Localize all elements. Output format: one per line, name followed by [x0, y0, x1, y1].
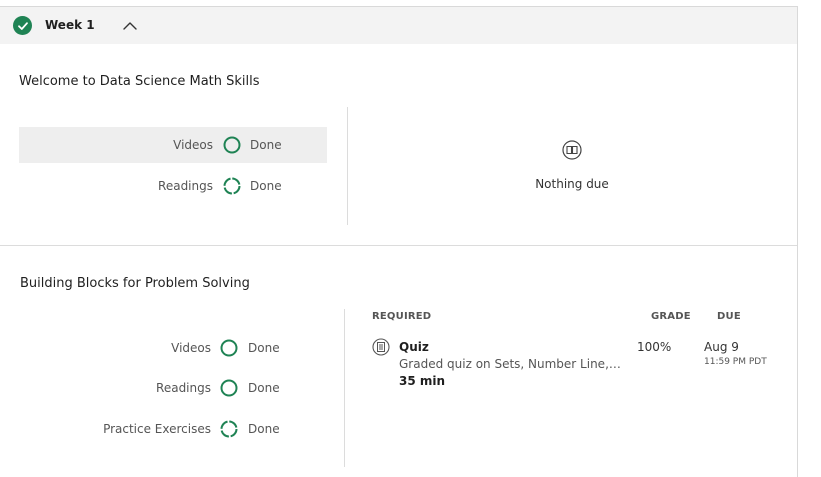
progress-row-videos[interactable]: Videos Done: [19, 330, 325, 366]
progress-ring-icon: [223, 136, 241, 154]
progress-label: Videos: [171, 341, 211, 355]
quiz-description: Graded quiz on Sets, Number Line, Ine...: [399, 357, 621, 371]
column-header-required: REQUIRED: [372, 311, 432, 322]
progress-row-videos[interactable]: Videos Done: [19, 127, 327, 163]
quiz-duration: 35 min: [399, 374, 446, 388]
progress-row-readings[interactable]: Readings Done: [19, 168, 327, 204]
week-title: Week 1: [45, 18, 95, 32]
section-title: Building Blocks for Problem Solving: [20, 276, 250, 291]
quiz-due-date: Aug 9: [704, 340, 739, 354]
progress-ring-icon: [220, 420, 238, 438]
progress-label: Videos: [173, 138, 213, 152]
week-header[interactable]: Week 1: [0, 7, 797, 44]
progress-label: Readings: [156, 381, 211, 395]
progress-ring-icon: [220, 379, 238, 397]
quiz-icon: [372, 338, 390, 356]
progress-row-practice-exercises[interactable]: Practice Exercises Done: [19, 411, 325, 447]
chevron-up-icon[interactable]: [121, 17, 139, 35]
progress-status: Done: [248, 341, 280, 355]
section-title: Welcome to Data Science Math Skills: [19, 74, 260, 89]
progress-status: Done: [250, 138, 282, 152]
progress-status: Done: [248, 422, 280, 436]
quiz-due-time: 11:59 PM PDT: [704, 357, 767, 367]
section-column-divider: [347, 107, 348, 225]
quiz-name-link[interactable]: Quiz: [399, 340, 429, 354]
progress-status: Done: [250, 179, 282, 193]
column-header-due: DUE: [717, 311, 741, 322]
section-divider: [0, 245, 797, 246]
week-complete-check-icon: [13, 16, 32, 35]
progress-status: Done: [248, 381, 280, 395]
progress-ring-icon: [220, 339, 238, 357]
section-column-divider: [344, 309, 345, 467]
column-header-grade: GRADE: [651, 311, 691, 322]
book-icon: [562, 140, 582, 160]
nothing-due-message: Nothing due: [535, 177, 609, 191]
progress-label: Readings: [158, 179, 213, 193]
quiz-grade: 100%: [637, 340, 672, 354]
progress-row-readings[interactable]: Readings Done: [19, 370, 325, 406]
progress-ring-icon: [223, 177, 241, 195]
progress-label: Practice Exercises: [103, 422, 211, 436]
frame-right-border: [797, 6, 798, 477]
